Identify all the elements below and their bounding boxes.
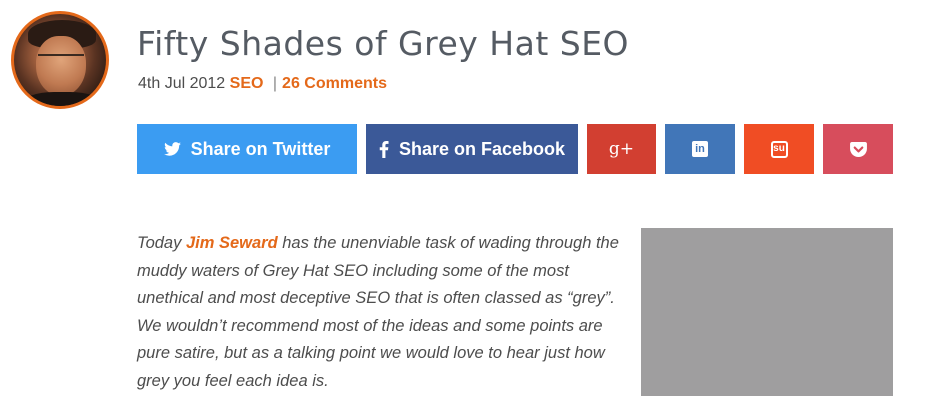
author-avatar[interactable] bbox=[11, 11, 109, 109]
category-link[interactable]: SEO bbox=[230, 75, 264, 92]
avatar-shirt bbox=[22, 92, 102, 106]
share-google-plus-button[interactable]: g+ bbox=[587, 124, 656, 174]
share-twitter-button[interactable]: Share on Twitter bbox=[137, 124, 357, 174]
featured-image bbox=[641, 228, 893, 396]
article-intro: Today Jim Seward has the unenviable task… bbox=[137, 230, 627, 396]
author-link[interactable]: Jim Seward bbox=[186, 234, 278, 252]
linkedin-icon: in bbox=[692, 141, 708, 157]
article-intro-body: has the unenviable task of wading throug… bbox=[137, 234, 619, 390]
pocket-icon bbox=[849, 141, 867, 157]
share-pocket-button[interactable] bbox=[823, 124, 893, 174]
article-intro-lead: Today bbox=[137, 234, 186, 252]
comments-link[interactable]: 26 Comments bbox=[282, 75, 387, 92]
share-facebook-label: Share on Facebook bbox=[398, 138, 566, 159]
twitter-bird-icon bbox=[163, 142, 181, 156]
facebook-f-icon bbox=[379, 140, 389, 158]
meta-separator: | bbox=[272, 75, 278, 92]
post-meta: 4th Jul 2012 SEO | 26 Comments bbox=[138, 75, 387, 93]
share-twitter-label: Share on Twitter bbox=[190, 138, 331, 159]
post-title: Fifty Shades of Grey Hat SEO bbox=[137, 24, 630, 63]
avatar-glasses bbox=[38, 54, 84, 68]
google-plus-icon: g+ bbox=[608, 139, 635, 159]
stumbleupon-icon: su bbox=[770, 140, 788, 158]
share-linkedin-button[interactable]: in bbox=[665, 124, 735, 174]
post-date: 4th Jul 2012 bbox=[138, 75, 226, 92]
share-facebook-button[interactable]: Share on Facebook bbox=[366, 124, 578, 174]
share-stumbleupon-button[interactable]: su bbox=[744, 124, 814, 174]
